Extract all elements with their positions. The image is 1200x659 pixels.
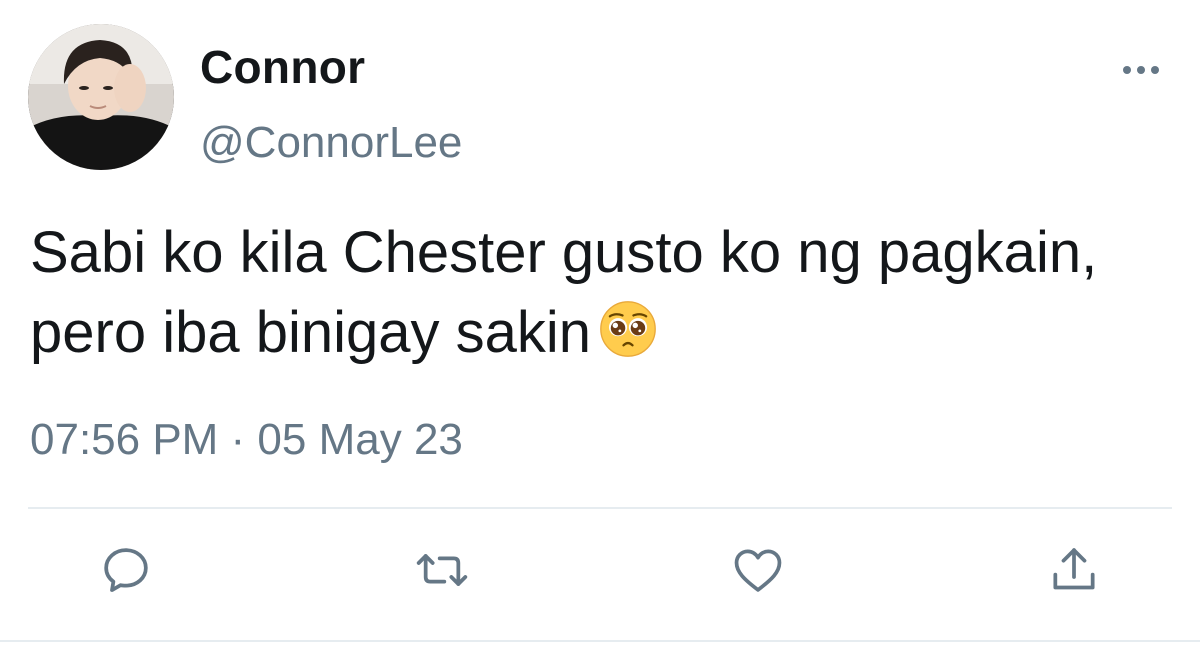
retweet-button[interactable] [412,540,472,600]
ellipsis-icon [1123,66,1159,74]
tweet-body: Sabi ko kila Chester gusto ko ng pagkain… [30,213,1150,373]
tweet-card: Connor @ConnorLee Sabi ko kila Chester g… [0,0,1200,659]
avatar[interactable] [28,24,174,170]
divider [28,507,1172,509]
action-bar [0,540,1200,610]
pleading-face-emoji [600,301,656,357]
share-icon [1053,548,1095,590]
reply-button[interactable] [96,540,156,600]
retweet-icon [416,554,468,586]
avatar-image [28,24,174,170]
tweet-timestamp[interactable]: 07:56 PM · 05 May 23 [30,415,463,465]
speech-bubble-icon [104,548,148,592]
author-display-name[interactable]: Connor [200,40,365,94]
author-handle[interactable]: @ConnorLee [200,118,462,168]
heart-icon [734,549,782,592]
bottom-divider [0,640,1200,642]
like-button[interactable] [728,540,788,600]
tweet-text: Sabi ko kila Chester gusto ko ng pagkain… [30,220,1098,365]
share-button[interactable] [1044,540,1104,600]
more-options-button[interactable] [1118,60,1164,80]
